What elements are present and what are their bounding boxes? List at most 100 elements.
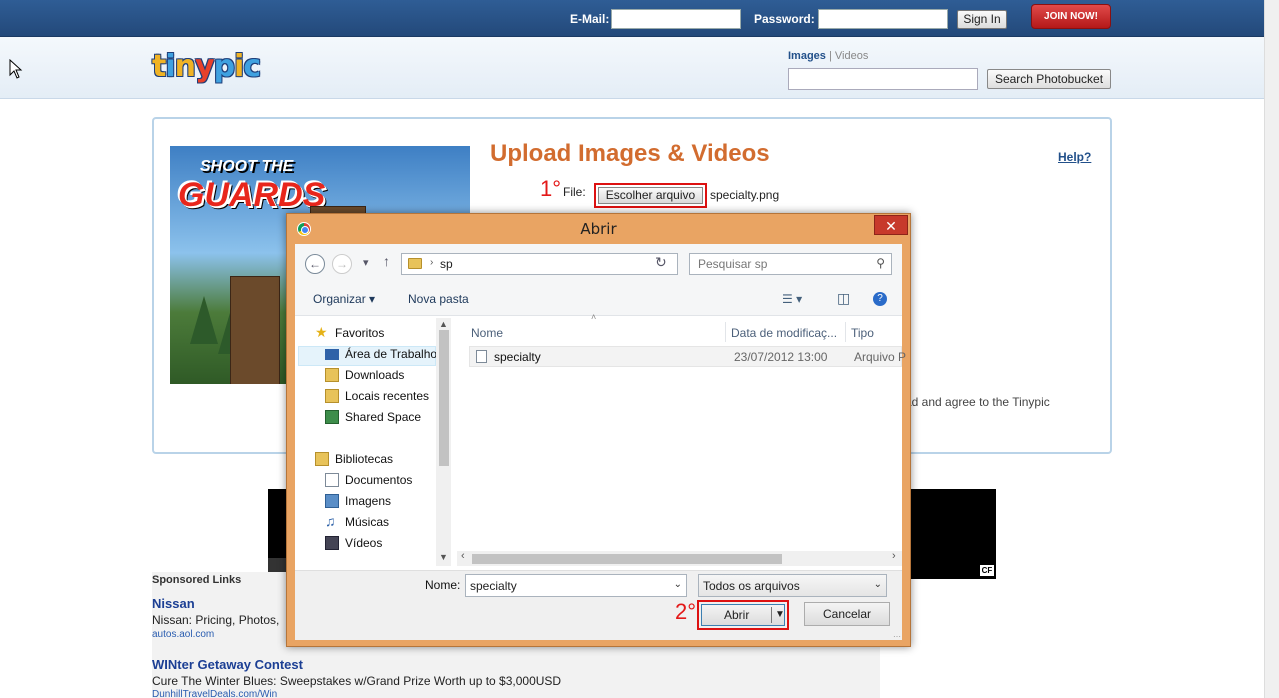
back-arrow-icon[interactable]: ← xyxy=(305,254,325,274)
resize-grip-icon[interactable]: ⋯ xyxy=(893,632,901,641)
filename-input[interactable]: specialty ⌄ xyxy=(465,574,687,597)
view-options-icon[interactable]: ☰ ▾ xyxy=(782,292,802,306)
sort-ascending-icon: ˄ xyxy=(591,312,597,322)
nav-item-images[interactable]: Imagens xyxy=(325,494,392,508)
dialog-close-button[interactable]: ✕ xyxy=(874,215,908,235)
help-icon[interactable]: ? xyxy=(873,292,887,306)
step-1-annotation: 1° xyxy=(540,176,562,201)
tab-videos[interactable]: Videos xyxy=(835,50,868,62)
nav-item-documents[interactable]: Documentos xyxy=(325,473,413,487)
libraries-icon xyxy=(315,452,329,466)
navigation-pane: ★ Favoritos Área de Trabalho Downloads L… xyxy=(295,316,453,566)
selected-file-name: specialty.png xyxy=(710,188,780,202)
ad-url[interactable]: autos.aol.com xyxy=(152,629,214,640)
scroll-right-arrow-icon[interactable]: › xyxy=(892,550,896,562)
split-divider xyxy=(771,607,772,623)
address-bar[interactable]: › sp ⌄ xyxy=(401,253,746,275)
filename-dropdown-icon[interactable]: ⌄ xyxy=(674,579,682,590)
shared-space-icon xyxy=(325,410,339,424)
nav-item-favorites[interactable]: ★ Favoritos xyxy=(315,324,384,340)
file-type: Arquivo P xyxy=(854,350,907,364)
site-header: tinypic Images | Videos Search Photobuck… xyxy=(0,37,1264,99)
nav-item-recent[interactable]: Locais recentes xyxy=(325,389,430,403)
images-icon xyxy=(325,494,339,508)
star-icon: ★ xyxy=(315,324,328,340)
column-header-type[interactable]: Tipo xyxy=(851,326,874,340)
ad-description: Nissan: Pricing, Photos, xyxy=(152,613,280,627)
downloads-folder-icon xyxy=(325,368,339,382)
signin-button[interactable]: Sign In xyxy=(957,10,1007,29)
open-button[interactable]: Abrir ▼ xyxy=(701,604,785,626)
nav-pane-scroll-thumb[interactable] xyxy=(439,330,449,466)
dialog-search-input[interactable]: Pesquisar sp ⚲ xyxy=(689,253,892,275)
nav-item-label: Vídeos xyxy=(345,536,383,550)
address-path[interactable]: sp xyxy=(440,257,453,271)
column-header-date[interactable]: Data de modificaç... xyxy=(731,326,837,340)
nav-item-label: Músicas xyxy=(345,515,390,529)
preview-pane-icon[interactable]: ◫ xyxy=(837,290,850,307)
desktop-icon xyxy=(325,349,339,360)
breadcrumb-chevron-icon[interactable]: › xyxy=(430,257,433,268)
password-input[interactable] xyxy=(818,9,948,29)
logo-letter: n xyxy=(174,49,196,84)
file-type-value: Todos os arquivos xyxy=(703,579,800,593)
terms-text: ad and agree to the Tinypic xyxy=(905,395,1050,409)
help-link[interactable]: Help? xyxy=(1058,150,1091,164)
navigation-row: ← → ▾ ↑ › sp ⌄ ↻ Pesquisar sp ⚲ xyxy=(295,244,902,282)
column-divider[interactable] xyxy=(845,322,846,342)
choose-file-button[interactable]: Escolher arquivo xyxy=(598,187,703,204)
search-tabs: Images | Videos xyxy=(788,50,868,62)
logo-letter: p xyxy=(213,49,236,84)
file-pane-scroll-thumb[interactable] xyxy=(472,554,782,564)
nav-item-desktop[interactable]: Área de Trabalho xyxy=(325,347,438,361)
top-login-bar: E-Mail: Password: Sign In JOIN NOW! xyxy=(0,0,1264,37)
ad-url[interactable]: DunhillTravelDeals.com/Win xyxy=(152,689,277,698)
nav-item-libraries[interactable]: Bibliotecas xyxy=(315,452,393,466)
open-button-highlight: Abrir ▼ xyxy=(697,600,789,630)
file-type-dropdown-icon[interactable]: ⌄ xyxy=(874,579,882,590)
video-badge: CF xyxy=(980,565,994,576)
join-now-button[interactable]: JOIN NOW! xyxy=(1031,4,1111,29)
dialog-toolbar: Organizar ▾ Nova pasta ☰ ▾ ◫ ? xyxy=(295,282,902,316)
column-header-name[interactable]: Nome xyxy=(471,326,503,340)
tree-shape xyxy=(190,296,218,344)
nav-item-music[interactable]: ♫ Músicas xyxy=(325,513,390,529)
search-input[interactable] xyxy=(788,68,978,90)
scroll-left-arrow-icon[interactable]: ‹ xyxy=(461,550,465,562)
refresh-icon[interactable]: ↻ xyxy=(655,254,667,271)
upload-title: Upload Images & Videos xyxy=(490,140,770,167)
scroll-up-arrow-icon[interactable]: ▲ xyxy=(439,319,448,329)
music-icon: ♫ xyxy=(325,513,336,529)
file-type-select[interactable]: Todos os arquivos ⌄ xyxy=(698,574,887,597)
file-row[interactable]: specialty 23/07/2012 13:00 Arquivo P xyxy=(469,346,906,367)
tab-separator: | xyxy=(828,50,832,62)
recent-dropdown-icon[interactable]: ▾ xyxy=(363,256,369,269)
forward-arrow-icon[interactable]: → xyxy=(332,254,352,274)
nav-item-downloads[interactable]: Downloads xyxy=(325,368,404,382)
tinypic-logo[interactable]: tinypic xyxy=(152,49,261,84)
nav-item-videos[interactable]: Vídeos xyxy=(325,536,383,550)
page-scrollbar[interactable] xyxy=(1264,0,1279,698)
nav-item-shared-space[interactable]: Shared Space xyxy=(325,410,422,424)
scroll-down-arrow-icon[interactable]: ▼ xyxy=(439,552,448,562)
recent-places-icon xyxy=(325,389,339,403)
filename-value: specialty xyxy=(470,579,517,593)
filename-label: Nome: xyxy=(425,578,461,592)
ad-link-title[interactable]: Nissan xyxy=(152,596,195,611)
nav-item-label: Locais recentes xyxy=(345,389,430,403)
up-arrow-icon[interactable]: ↑ xyxy=(383,253,390,269)
email-input[interactable] xyxy=(611,9,741,29)
cancel-button[interactable]: Cancelar xyxy=(804,602,890,626)
tab-images[interactable]: Images xyxy=(788,50,826,62)
open-split-arrow-icon[interactable]: ▼ xyxy=(775,605,785,625)
search-photobucket-button[interactable]: Search Photobucket xyxy=(987,69,1111,89)
ad-link-title[interactable]: WINter Getaway Contest xyxy=(152,657,303,672)
nav-item-label: Área de Trabalho xyxy=(345,347,438,361)
logo-letter: c xyxy=(243,49,261,84)
nav-item-label: Shared Space xyxy=(345,410,422,424)
new-folder-button[interactable]: Nova pasta xyxy=(408,292,469,306)
nav-item-label: Documentos xyxy=(345,473,413,487)
organize-menu[interactable]: Organizar ▾ xyxy=(313,292,375,306)
column-divider[interactable] xyxy=(725,322,726,342)
nav-item-label: Imagens xyxy=(345,494,392,508)
